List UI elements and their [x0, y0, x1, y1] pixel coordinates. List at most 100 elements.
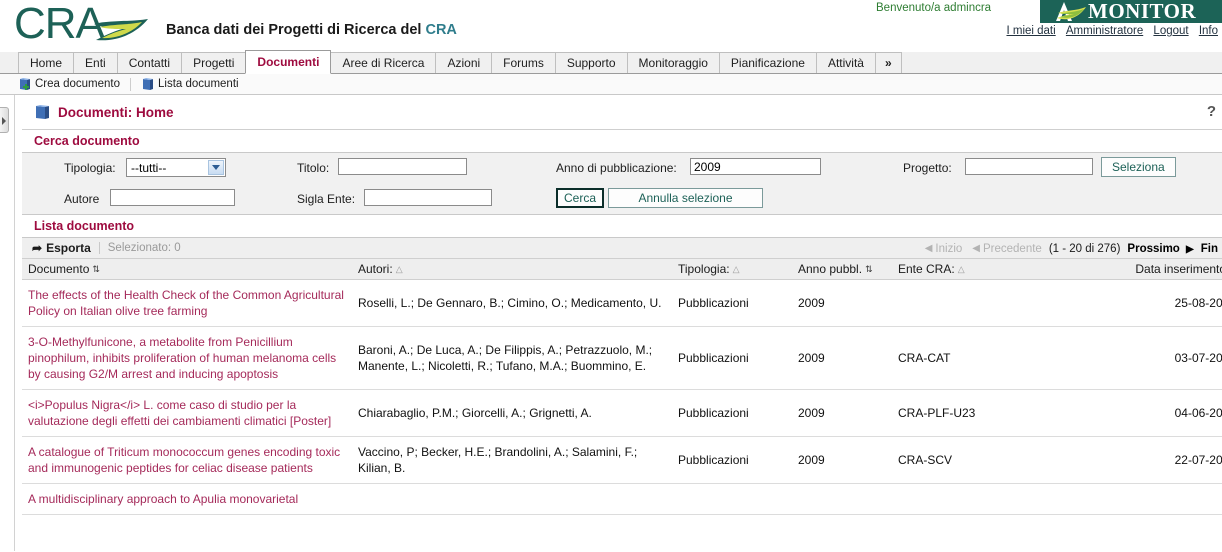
cell-autori: Vaccino, P; Becker, H.E.; Brandolini, A.… — [352, 436, 672, 484]
seleziona-button[interactable]: Seleziona — [1101, 157, 1176, 177]
table-row[interactable]: The effects of the Health Check of the C… — [22, 279, 1222, 327]
cell-anno — [792, 483, 892, 515]
tab-monitoraggio[interactable]: Monitoraggio — [626, 52, 720, 73]
cell-tipologia — [672, 483, 792, 515]
pager-next-button[interactable]: Prossimo ▶ — [1127, 243, 1196, 255]
first-arrow-icon: ◀ — [924, 243, 933, 254]
pager-next-label: Prossimo — [1127, 242, 1180, 255]
cell-autori: Chiarabaglio, P.M.; Giorcelli, A.; Grign… — [352, 389, 672, 437]
pager-first-button[interactable]: ◀ Inizio — [922, 243, 963, 255]
cell-data-inserimento: 25-08-2009 — [1082, 279, 1222, 327]
sidebar-expand-handle[interactable] — [0, 107, 9, 133]
book-plus-icon — [20, 77, 30, 90]
export-arrow-icon: ➦ — [32, 241, 43, 255]
cell-autori: Roselli, L.; De Gennaro, B.; Cimino, O.;… — [352, 279, 672, 327]
search-panel-title: Cerca documento — [22, 130, 1222, 152]
prev-arrow-icon: ◀ — [972, 243, 980, 254]
column-label-anno: Anno pubbl. — [798, 262, 863, 276]
tab-supporto[interactable]: Supporto — [554, 52, 628, 73]
anno-input[interactable] — [690, 158, 821, 175]
documents-book-icon — [36, 105, 49, 119]
header-title-main: Banca dati dei Progetti di Ricerca del — [166, 22, 426, 38]
cell-tipologia: Pubblicazioni — [672, 326, 792, 390]
lista-documenti-label: Lista documenti — [158, 78, 239, 90]
selected-count-value: 0 — [174, 242, 181, 254]
document-title-link[interactable]: A catalogue of Triticum monococcum genes… — [28, 445, 340, 475]
cell-ente: CRA-CAT — [892, 326, 1082, 390]
tab-contatti[interactable]: Contatti — [116, 52, 183, 73]
cell-ente: CRA-SCV — [892, 436, 1082, 484]
cell-anno: 2009 — [792, 436, 892, 484]
table-row[interactable]: A multidisciplinary approach to Apulia m… — [22, 483, 1222, 515]
cerca-button[interactable]: Cerca — [556, 188, 605, 208]
autore-input[interactable] — [110, 189, 235, 206]
page-body: Documenti: Home ? Cerca documento Tipolo… — [0, 95, 1222, 551]
leaf-swoosh-icon — [94, 19, 148, 41]
cell-autori — [352, 483, 672, 515]
documents-table: Documento ⇅ Autori: △ Tipologia: △ Anno pub… — [22, 259, 1222, 515]
search-panel: Cerca documento Tipologia: --tutti-- Tit… — [22, 130, 1222, 215]
cell-documento: A catalogue of Triticum monococcum genes… — [22, 436, 352, 484]
cell-data-inserimento: 03-07-2009 — [1082, 326, 1222, 390]
titolo-input[interactable] — [338, 158, 467, 175]
sort-arrow-icon: △ — [732, 264, 740, 274]
logout-link[interactable]: Logout — [1153, 25, 1188, 37]
search-form: Tipologia: --tutti-- Titolo: Anno di pub… — [22, 153, 1222, 215]
header-links: I miei dati Amministratore Logout Info — [999, 25, 1218, 37]
help-icon[interactable]: ? — [1207, 103, 1216, 120]
cell-data-inserimento: 04-06-2009 — [1082, 389, 1222, 437]
sigla-ente-input[interactable] — [364, 189, 492, 206]
tab-more-overflow[interactable]: » — [874, 52, 902, 73]
cell-autori: Baroni, A.; De Luca, A.; De Filippis, A.… — [352, 326, 672, 390]
pager-prev-button[interactable]: ◀ Precedente — [969, 243, 1042, 255]
lista-documenti-action[interactable]: Lista documenti — [130, 77, 249, 91]
document-title-link[interactable]: The effects of the Health Check of the C… — [28, 288, 344, 318]
tab-attivita[interactable]: Attività — [815, 52, 876, 73]
column-header-documento[interactable]: Documento ⇅ — [22, 259, 352, 280]
tab-progetti[interactable]: Progetti — [181, 52, 247, 73]
column-header-anno[interactable]: Anno pubbl. ⇅ — [792, 259, 892, 280]
column-label-ente: Ente CRA: — [898, 262, 955, 276]
column-header-tipologia[interactable]: Tipologia: △ — [672, 259, 792, 280]
administrator-link[interactable]: Amministratore — [1066, 25, 1143, 37]
document-title-link[interactable]: <i>Populus Nigra</i> L. come caso di stu… — [28, 398, 331, 428]
tab-documenti[interactable]: Documenti — [245, 50, 332, 74]
page-title-banner: Banca dati dei Progetti di Ricerca del C… — [166, 22, 457, 38]
tab-azioni[interactable]: Azioni — [435, 52, 493, 73]
column-label-data: Data inserimento — [1135, 262, 1222, 276]
pager-range-label: (1 - 20 di 276) — [1048, 242, 1121, 255]
esporta-button[interactable]: ➦ Esporta — [32, 241, 91, 255]
cell-tipologia: Pubblicazioni — [672, 389, 792, 437]
pager-last-button[interactable]: Fin — [1201, 243, 1218, 255]
document-title-link[interactable]: 3-O-Methylfunicone, a metabolite from Pe… — [28, 335, 336, 381]
crea-documento-action[interactable]: Crea documento — [16, 77, 130, 91]
tipologia-label: Tipologia: — [64, 161, 116, 175]
tab-enti[interactable]: Enti — [73, 52, 118, 73]
chevron-down-icon — [208, 160, 224, 175]
selected-label: Selezionato: — [107, 242, 172, 254]
tab-aree-di-ricerca[interactable]: Aree di Ricerca — [330, 52, 437, 73]
progetto-input[interactable] — [965, 158, 1093, 175]
cell-documento: A multidisciplinary approach to Apulia m… — [22, 483, 352, 515]
table-row[interactable]: <i>Populus Nigra</i> L. come caso di stu… — [22, 389, 1222, 437]
sigla-ente-label: Sigla Ente: — [297, 192, 356, 206]
tab-home[interactable]: Home — [18, 52, 75, 73]
tab-pianificazione[interactable]: Pianificazione — [718, 52, 817, 73]
table-row[interactable]: A catalogue of Triticum monococcum genes… — [22, 436, 1222, 484]
tipologia-select[interactable]: --tutti-- — [126, 158, 226, 177]
my-data-link[interactable]: I miei dati — [1006, 25, 1055, 37]
tipologia-selected-value: --tutti-- — [131, 160, 167, 175]
column-header-ente[interactable]: Ente CRA: △ — [892, 259, 1082, 280]
column-header-autori[interactable]: Autori: △ — [352, 259, 672, 280]
document-title-link[interactable]: A multidisciplinary approach to Apulia m… — [28, 492, 298, 506]
column-label-tipologia: Tipologia: — [678, 262, 730, 276]
annulla-selezione-button[interactable]: Annulla selezione — [608, 188, 763, 208]
cra-logo: CRA Banca dati dei Progetti di Ricerca d… — [14, 0, 457, 48]
documents-subtoolbar: Crea documento Lista documenti — [0, 74, 1222, 95]
tab-forums[interactable]: Forums — [491, 52, 556, 73]
sort-arrow-icon: △ — [395, 264, 403, 274]
info-link[interactable]: Info — [1199, 25, 1218, 37]
column-header-data-inserimento[interactable]: Data inserimento△ — [1082, 259, 1222, 280]
table-row[interactable]: 3-O-Methylfunicone, a metabolite from Pe… — [22, 326, 1222, 390]
documents-table-body: The effects of the Health Check of the C… — [22, 279, 1222, 515]
